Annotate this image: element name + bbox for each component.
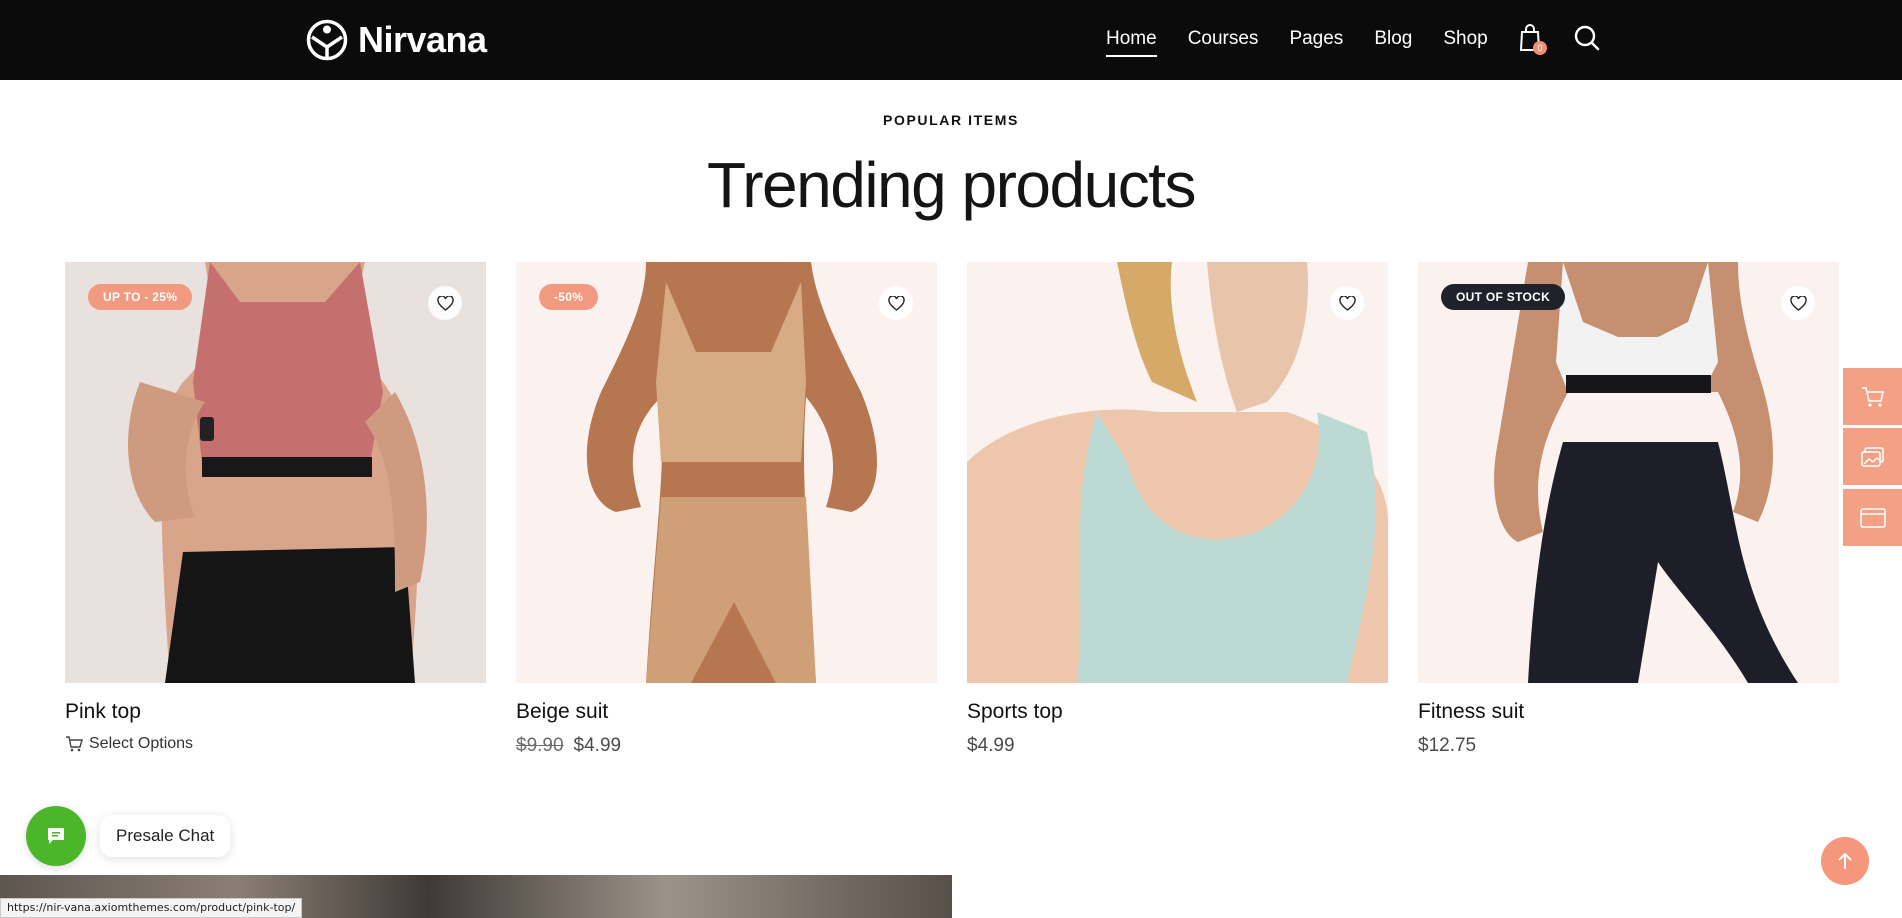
- product-card: UP TO - 25% Pink top Select Options: [65, 262, 486, 753]
- side-demo-button[interactable]: [1843, 489, 1902, 546]
- product-image[interactable]: [967, 262, 1388, 683]
- product-title[interactable]: Beige suit: [516, 700, 937, 724]
- cart-button[interactable]: 0: [1519, 24, 1547, 56]
- cart-icon: [66, 736, 83, 752]
- product-image[interactable]: UP TO - 25%: [65, 262, 486, 683]
- cart-icon: [1861, 386, 1884, 407]
- heart-icon: [1789, 295, 1807, 311]
- nav-home[interactable]: Home: [1106, 24, 1157, 57]
- product-photo-pink-top: [65, 262, 486, 683]
- price-original: $9.90: [516, 735, 564, 756]
- product-image[interactable]: -50%: [516, 262, 937, 683]
- product-photo-fitness-suit: [1418, 262, 1839, 683]
- chat-button[interactable]: [26, 806, 86, 866]
- section-eyebrow: POPULAR ITEMS: [883, 112, 1019, 128]
- out-of-stock-badge: OUT OF STOCK: [1441, 284, 1566, 310]
- product-price-row: $12.75: [1418, 735, 1839, 757]
- wishlist-button[interactable]: [1330, 286, 1364, 320]
- product-photo-sports-top: [967, 262, 1388, 683]
- cart-count-badge: 0: [1533, 41, 1547, 55]
- product-title[interactable]: Pink top: [65, 700, 486, 724]
- product-card: OUT OF STOCK Fitness suit $12.75: [1418, 262, 1839, 757]
- site-header: Nirvana Home Courses Pages Blog Shop 0: [0, 0, 1902, 80]
- wishlist-button[interactable]: [428, 286, 462, 320]
- product-card: Sports top $4.99: [967, 262, 1388, 757]
- product-card: -50% Beige suit $9.90 $4.99: [516, 262, 937, 757]
- product-price-row: $9.90 $4.99: [516, 735, 937, 757]
- heart-icon: [887, 295, 905, 311]
- arrow-up-icon: [1838, 852, 1852, 869]
- main-nav: Home Courses Pages Blog Shop: [1106, 24, 1488, 57]
- price-current: $4.99: [573, 735, 622, 756]
- select-options-label: Select Options: [89, 735, 194, 752]
- select-options-link[interactable]: Select Options: [65, 735, 193, 753]
- product-title[interactable]: Sports top: [967, 700, 1388, 724]
- search-button[interactable]: [1573, 24, 1601, 52]
- section-title: Trending products: [707, 149, 1196, 221]
- scroll-to-top-button[interactable]: [1821, 837, 1869, 885]
- wishlist-button[interactable]: [1781, 286, 1815, 320]
- logo-icon: [306, 19, 348, 61]
- chat-bubble-icon: [48, 828, 64, 844]
- gallery-icon: [1860, 446, 1884, 467]
- product-price-row: $4.99: [967, 735, 1388, 757]
- side-gallery-button[interactable]: [1843, 428, 1902, 485]
- presale-chat-label[interactable]: Presale Chat: [100, 815, 231, 857]
- price-current: $12.75: [1418, 735, 1477, 756]
- product-photo-beige-suit: [516, 262, 937, 683]
- status-bar-url: https://nir-vana.axiomthemes.com/product…: [0, 898, 303, 918]
- wishlist-button[interactable]: [879, 286, 913, 320]
- price-current: $4.99: [967, 735, 1015, 756]
- nav-courses[interactable]: Courses: [1188, 24, 1259, 54]
- heart-icon: [436, 295, 454, 311]
- product-title[interactable]: Fitness suit: [1418, 700, 1839, 724]
- product-image[interactable]: OUT OF STOCK: [1418, 262, 1839, 683]
- side-cart-button[interactable]: [1843, 368, 1902, 425]
- site-logo[interactable]: Nirvana: [306, 18, 487, 62]
- sale-badge: UP TO - 25%: [88, 284, 193, 310]
- logo-wordmark: Nirvana: [358, 19, 487, 60]
- search-icon: [1574, 25, 1600, 51]
- sale-badge: -50%: [539, 284, 599, 310]
- browser-window-icon: [1859, 507, 1886, 528]
- heart-icon: [1338, 295, 1356, 311]
- nav-shop[interactable]: Shop: [1443, 24, 1487, 54]
- nav-blog[interactable]: Blog: [1374, 24, 1412, 54]
- nav-pages[interactable]: Pages: [1289, 24, 1343, 54]
- product-price-row: Select Options: [65, 735, 486, 753]
